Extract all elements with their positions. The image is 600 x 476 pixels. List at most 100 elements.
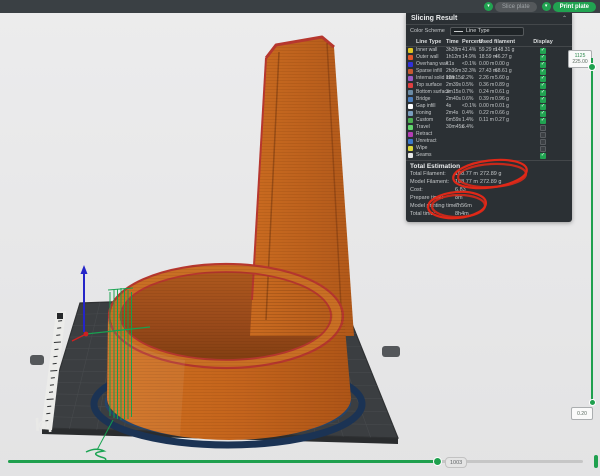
display-checkbox[interactable]: ✓	[540, 69, 546, 75]
move-slider-value: 1003	[445, 457, 467, 468]
display-checkbox[interactable]: ✓	[540, 97, 546, 103]
collapse-chevron-icon[interactable]: ⌃	[562, 16, 567, 22]
line-type-label: Outer wall	[416, 55, 446, 60]
line-type-label: Sparse infill	[416, 69, 446, 74]
estimation-value-1: 108.77 m	[455, 180, 480, 186]
estimation-value-1: 8h4m	[455, 212, 480, 218]
time-value: <1s	[446, 62, 462, 67]
used-filament-m: 0.22 m	[479, 111, 495, 116]
line-type-color-chip	[408, 83, 413, 88]
estimation-value-1: 6.83	[455, 188, 480, 194]
time-value: 2m40s	[446, 97, 462, 102]
line-type-color-chip	[408, 104, 413, 109]
used-filament-m: 0.39 m	[479, 97, 495, 102]
move-slider-end-marker	[594, 455, 598, 468]
display-checkbox[interactable]: ✓	[540, 48, 546, 54]
estimation-value-1: 7h56m	[455, 204, 480, 210]
slice-options-dropdown-icon[interactable]: ▾	[484, 2, 493, 11]
estimation-label: Prepare time:	[410, 196, 455, 202]
estimation-value-1: 108.77 m	[455, 172, 480, 178]
line-type-row: Inner wall3h28m41.4%59.29 m148.31 g✓	[406, 47, 572, 54]
total-estimation-row: Model Filament:108.77 m272.89 g	[406, 179, 572, 187]
used-filament-m: 2.26 m	[479, 76, 495, 81]
line-type-label: Wipe	[416, 146, 446, 151]
used-filament-m: 0.00 m	[479, 62, 495, 67]
line-type-color-chip	[408, 125, 413, 130]
used-filament-g: 0.61 g	[495, 90, 516, 95]
time-value: 3m15s	[446, 90, 462, 95]
time-value: 30m45s	[446, 125, 462, 130]
time-value: 11m15s	[446, 76, 462, 81]
total-estimation-row: Total Filament:108.77 m272.89 g	[406, 171, 572, 179]
line-type-label: Internal solid infill	[416, 76, 446, 81]
line-type-row: Travel30m45s6.4%	[406, 124, 572, 131]
panel-header: Slicing Result ⌃	[406, 13, 572, 25]
estimation-label: Total time:	[410, 212, 455, 218]
color-scheme-value: Line Type	[466, 28, 490, 34]
percent-value: 41.4%	[462, 48, 479, 53]
display-checkbox[interactable]: ✓	[540, 153, 546, 159]
time-value: 2h36m	[446, 69, 462, 74]
col-used-filament: Used filament	[479, 39, 516, 45]
estimation-value-2: 272.89 g	[480, 172, 568, 178]
estimation-label: Total Filament:	[410, 172, 455, 178]
line-type-color-chip	[408, 118, 413, 123]
panel-title: Slicing Result	[411, 15, 457, 22]
estimation-value-2: 272.89 g	[480, 180, 568, 186]
line-type-label: Travel	[416, 125, 446, 130]
display-checkbox[interactable]: ✓	[540, 118, 546, 124]
used-filament-g: 0.01 g	[495, 104, 516, 109]
used-filament-g: 5.60 g	[495, 76, 516, 81]
display-checkbox[interactable]: ✓	[540, 83, 546, 89]
slicing-result-panel: Slicing Result ⌃ Color Scheme Line Type …	[406, 13, 572, 222]
slice-plate-button[interactable]: Slice plate	[495, 2, 537, 12]
line-type-color-chip	[408, 76, 413, 81]
origin-dot	[84, 332, 89, 337]
line-type-row: Seams✓	[406, 152, 572, 159]
percent-value: <0.1%	[462, 62, 479, 67]
line-type-color-chip	[408, 146, 413, 151]
estimation-value-1: 8m	[455, 196, 480, 202]
layer-slider-track[interactable]	[591, 58, 593, 404]
line-type-color-chip	[408, 62, 413, 67]
print-options-dropdown-icon[interactable]: ▾	[542, 2, 551, 11]
estimation-label: Model Filament:	[410, 180, 455, 186]
line-type-row: Bottom surface3m15s0.7%0.24 m0.61 g✓	[406, 89, 572, 96]
display-checkbox[interactable]	[540, 139, 546, 145]
used-filament-g: 0.89 g	[495, 83, 516, 88]
used-filament-m: 0.00 m	[479, 104, 495, 109]
used-filament-g: 46.27 g	[495, 55, 516, 60]
line-type-select[interactable]: Line Type	[450, 27, 524, 36]
display-checkbox[interactable]: ✓	[540, 111, 546, 117]
top-toolbar: ▾ Slice plate ▾ Print plate	[0, 0, 600, 13]
display-checkbox[interactable]	[540, 125, 546, 131]
display-checkbox[interactable]: ✓	[540, 104, 546, 110]
move-slider-handle[interactable]	[433, 457, 442, 466]
display-checkbox[interactable]: ✓	[540, 55, 546, 61]
display-checkbox[interactable]	[540, 146, 546, 152]
plate-calibration-mark	[57, 313, 63, 319]
layer-slider-top-handle[interactable]	[588, 63, 596, 71]
col-percent: Percent	[462, 39, 479, 45]
time-value: 4s	[446, 104, 462, 109]
layer-slider-bottom-handle[interactable]	[589, 399, 596, 406]
line-type-row: Overhang wall<1s<0.1%0.00 m0.00 g✓	[406, 61, 572, 68]
print-plate-button[interactable]: Print plate	[553, 2, 596, 12]
col-time: Time	[446, 39, 462, 45]
display-checkbox[interactable]	[540, 132, 546, 138]
used-filament-g: 68.61 g	[495, 69, 516, 74]
line-type-row: Gap infill4s<0.1%0.00 m0.01 g✓	[406, 103, 572, 110]
time-value: 2m39s	[446, 83, 462, 88]
display-checkbox[interactable]: ✓	[540, 62, 546, 68]
display-checkbox[interactable]: ✓	[540, 76, 546, 82]
total-estimation-row: Prepare time:8m	[406, 195, 572, 203]
percent-value: 32.3%	[462, 69, 479, 74]
line-type-color-chip	[408, 69, 413, 74]
current-layer-height: 225.00	[572, 59, 587, 65]
line-type-label: Unretract	[416, 139, 446, 144]
display-checkbox[interactable]: ✓	[540, 90, 546, 96]
line-type-label: Overhang wall	[416, 62, 446, 67]
used-filament-m: 0.11 m	[479, 118, 495, 123]
line-type-label: Bridge	[416, 97, 446, 102]
line-type-table-body: Inner wall3h28m41.4%59.29 m148.31 g✓Oute…	[406, 47, 572, 159]
